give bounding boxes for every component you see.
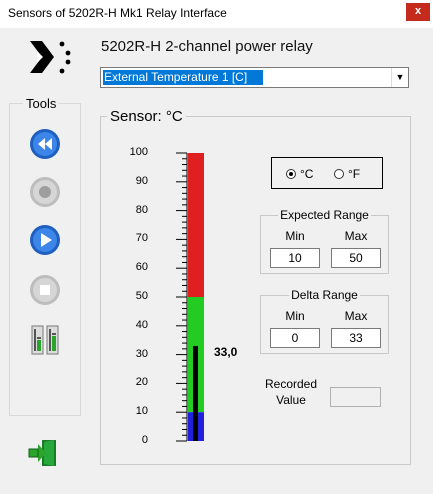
recorded-value-label: Recorded Value (258, 376, 324, 408)
delta-range-group: Delta Range Min Max 0 33 (260, 288, 389, 354)
tools-panel: Tools (9, 96, 81, 416)
play-icon[interactable] (29, 224, 61, 256)
device-title: 5202R-H 2-channel power relay (101, 38, 313, 55)
celsius-label: °C (300, 167, 314, 181)
expected-range-title: Expected Range (278, 208, 371, 222)
unit-selector: °C °F (271, 157, 383, 189)
exit-icon[interactable] (26, 437, 60, 469)
sensor-select-value: External Temperature 1 [C] (103, 70, 263, 85)
delta-range-title: Delta Range (289, 288, 360, 302)
sensor-select[interactable]: External Temperature 1 [C] ▼ (100, 67, 409, 88)
rewind-icon[interactable] (29, 128, 61, 160)
zone-high-bar (188, 153, 204, 297)
fahrenheit-label: °F (348, 167, 361, 181)
level-bar (193, 345, 198, 441)
sensor-panel: Sensor: °C 100 90 80 70 60 50 40 30 20 10 0 33,0 °… (100, 108, 411, 465)
stop-icon[interactable] (29, 274, 61, 306)
delta-max-field[interactable]: 33 (331, 328, 381, 348)
delta-min-field[interactable]: 0 (270, 328, 320, 348)
expected-range-group: Expected Range Min Max 10 50 (260, 208, 389, 274)
logo-icon (30, 41, 71, 74)
sensor-reading: 33,0 (214, 344, 238, 359)
delta-max-label: Max (344, 309, 368, 323)
delta-min-label: Min (285, 309, 305, 323)
celsius-radio[interactable]: °C (286, 167, 313, 181)
meters-icon[interactable] (29, 324, 61, 356)
expected-min-field[interactable]: 10 (270, 248, 320, 268)
celsius-radio-circle[interactable] (286, 169, 296, 179)
expected-max-field[interactable]: 50 (331, 248, 381, 268)
recorded-label-line2: Value (276, 393, 306, 407)
title-bar: Sensors of 5202R-H Mk1 Relay Interface x (0, 0, 433, 28)
expected-max-label: Max (344, 229, 368, 243)
window-title: Sensors of 5202R-H Mk1 Relay Interface (8, 6, 227, 20)
close-button[interactable]: x (406, 3, 430, 21)
record-icon[interactable] (29, 176, 61, 208)
dropdown-arrow-icon[interactable]: ▼ (391, 68, 408, 87)
tools-label: Tools (23, 96, 60, 111)
fahrenheit-radio[interactable]: °F (334, 167, 360, 181)
recorded-value-field (330, 387, 381, 407)
scale-ticks (176, 152, 188, 442)
recorded-label-line1: Recorded (264, 377, 318, 391)
expected-min-label: Min (285, 229, 305, 243)
fahrenheit-radio-circle[interactable] (334, 169, 344, 179)
